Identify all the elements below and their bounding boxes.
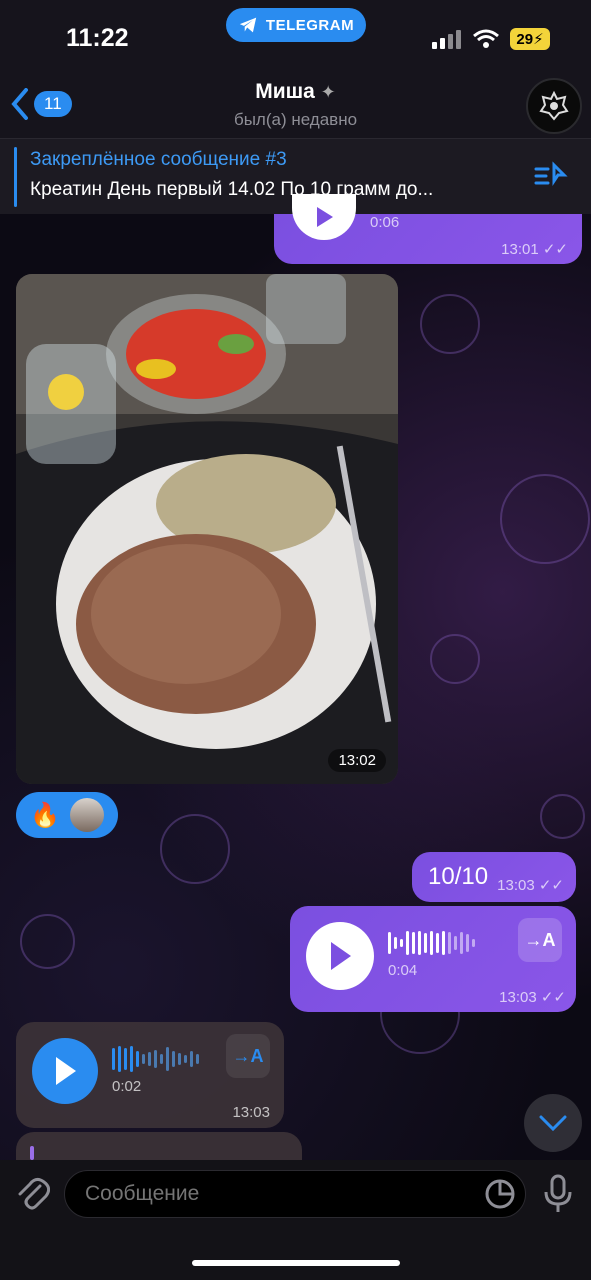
contact-name[interactable]: Миша ✦ — [0, 80, 591, 104]
text-message-outgoing[interactable]: 10/10 13:03 ✓✓ — [412, 852, 576, 902]
photo-time: 13:02 — [328, 749, 386, 772]
play-icon — [331, 942, 351, 970]
food-photo — [16, 274, 398, 784]
play-button[interactable] — [292, 194, 356, 240]
message-time: 13:03 ✓✓ — [497, 877, 564, 894]
pinned-indicator — [14, 147, 17, 207]
sticker-icon[interactable] — [484, 1178, 516, 1210]
chat-header: 11 Миша ✦ был(а) недавно — [0, 70, 591, 138]
microphone-icon[interactable] — [542, 1174, 574, 1214]
message-incoming-partial[interactable] — [16, 1132, 302, 1160]
chevron-down-icon — [539, 1115, 567, 1131]
photo-message[interactable]: 13:02 — [16, 274, 398, 784]
telegram-pill[interactable]: TELEGRAM — [226, 8, 366, 42]
reply-indicator — [30, 1146, 34, 1160]
message-time: 13:01 ✓✓ — [501, 241, 568, 258]
transcribe-button[interactable]: →A — [518, 918, 562, 962]
message-text: 10/10 — [428, 863, 489, 890]
waveform[interactable] — [112, 1044, 199, 1074]
voice-message-outgoing[interactable]: 0:06 13:01 ✓✓ — [274, 194, 582, 264]
contact-status: был(а) недавно — [233, 110, 358, 129]
voice-duration: 0:04 — [388, 962, 418, 979]
wifi-icon — [473, 29, 499, 48]
reactions-badge[interactable]: 🔥 — [16, 792, 118, 838]
fire-reaction: 🔥 — [30, 801, 60, 829]
scroll-down-button[interactable] — [524, 1094, 582, 1152]
message-input[interactable] — [64, 1170, 526, 1218]
telegram-icon — [239, 17, 257, 33]
voice-duration: 0:02 — [112, 1078, 142, 1095]
home-indicator[interactable] — [192, 1260, 400, 1266]
voice-message-incoming[interactable]: 0:02 →A 13:03 — [16, 1022, 284, 1128]
message-time: 13:03 — [232, 1104, 270, 1121]
play-icon — [56, 1057, 76, 1085]
telegram-pill-label: TELEGRAM — [265, 16, 355, 34]
attach-icon[interactable] — [16, 1176, 50, 1212]
battery-icon: 29 ⚡ — [510, 28, 550, 50]
coat-of-arms-icon — [539, 90, 569, 121]
pinned-title: Закреплённое сообщение #3 — [30, 149, 287, 170]
signal-icon — [432, 30, 461, 49]
emblem-icon: ✦ — [320, 82, 336, 102]
transcribe-button[interactable]: →A — [226, 1034, 270, 1078]
reactor-avatar — [69, 798, 104, 832]
message-time: 13:03 ✓✓ — [499, 989, 566, 1006]
play-button[interactable] — [32, 1038, 98, 1104]
play-button[interactable] — [306, 922, 374, 990]
pinned-text: Креатин День первый 14.02 По 10 грамм до… — [30, 179, 434, 200]
pin-list-icon[interactable] — [534, 161, 568, 191]
voice-duration: 0:06 — [370, 214, 400, 231]
avatar[interactable] — [526, 78, 582, 134]
waveform[interactable] — [388, 928, 475, 958]
status-bar: 11:22 TELEGRAM 29 ⚡ — [0, 0, 591, 70]
status-time: 11:22 — [66, 24, 129, 52]
play-icon — [317, 207, 333, 227]
voice-message-outgoing[interactable]: 0:04 →A 13:03 ✓✓ — [290, 906, 576, 1012]
